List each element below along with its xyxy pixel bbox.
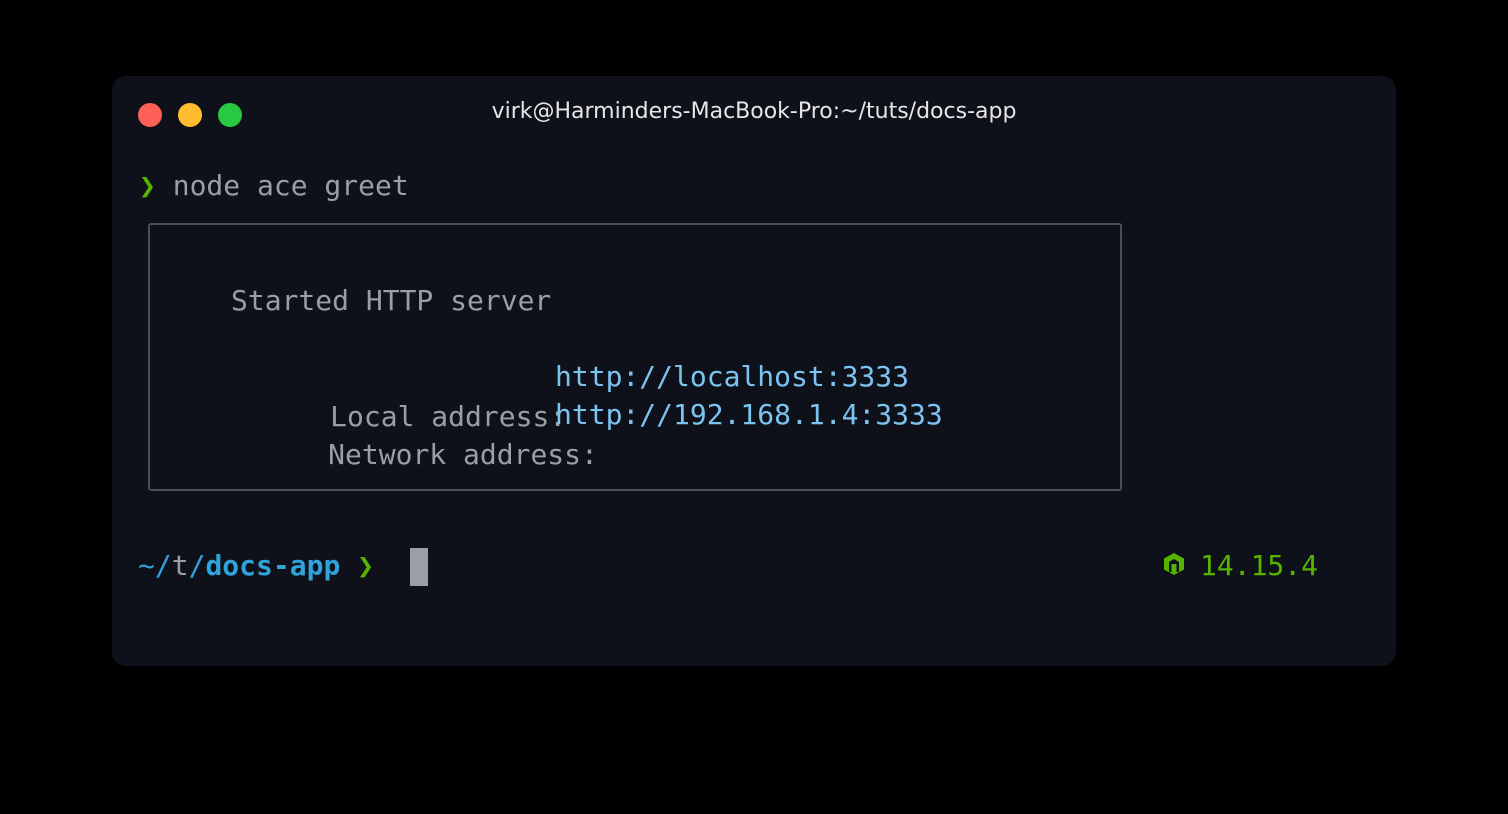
node-hexagon-icon <box>1164 553 1184 575</box>
window-title: virk@Harminders-MacBook-Pro:~/tuts/docs-… <box>491 99 1017 124</box>
node-version-text: 14.15.4 <box>1200 549 1319 582</box>
node-version-indicator: 14.15.4 <box>1162 546 1318 586</box>
local-address-link[interactable]: http://localhost:3333 <box>555 357 909 397</box>
server-started-heading: Started HTTP server <box>231 284 552 317</box>
prompt-path-abbrev: t <box>171 549 189 582</box>
terminal-window: virk@Harminders-MacBook-Pro:~/tuts/docs-… <box>112 76 1396 666</box>
prompt-chevron-icon: ❯ <box>139 169 156 202</box>
prompt-home-tilde: ~ <box>138 549 155 582</box>
prompt-path-slash: / <box>188 549 206 582</box>
title-bar: virk@Harminders-MacBook-Pro:~/tuts/docs-… <box>112 76 1396 152</box>
prompt-path-slash: / <box>154 549 172 582</box>
shell-prompt: ~/t/docs-app ❯ <box>138 546 374 586</box>
terminal-cursor[interactable] <box>410 548 428 586</box>
command-line: ❯ node ace greet <box>139 166 409 206</box>
prompt-chevron-icon: ❯ <box>357 549 375 582</box>
server-output-box: Started HTTP server Local address: http:… <box>148 223 1122 491</box>
prompt-directory: docs-app <box>205 549 341 582</box>
network-address-row: Network address: http://192.168.1.4:3333 <box>227 395 943 555</box>
command-text: node ace greet <box>172 169 409 202</box>
network-address-link[interactable]: http://192.168.1.4:3333 <box>555 395 943 435</box>
network-address-label: Network address: <box>328 438 598 471</box>
